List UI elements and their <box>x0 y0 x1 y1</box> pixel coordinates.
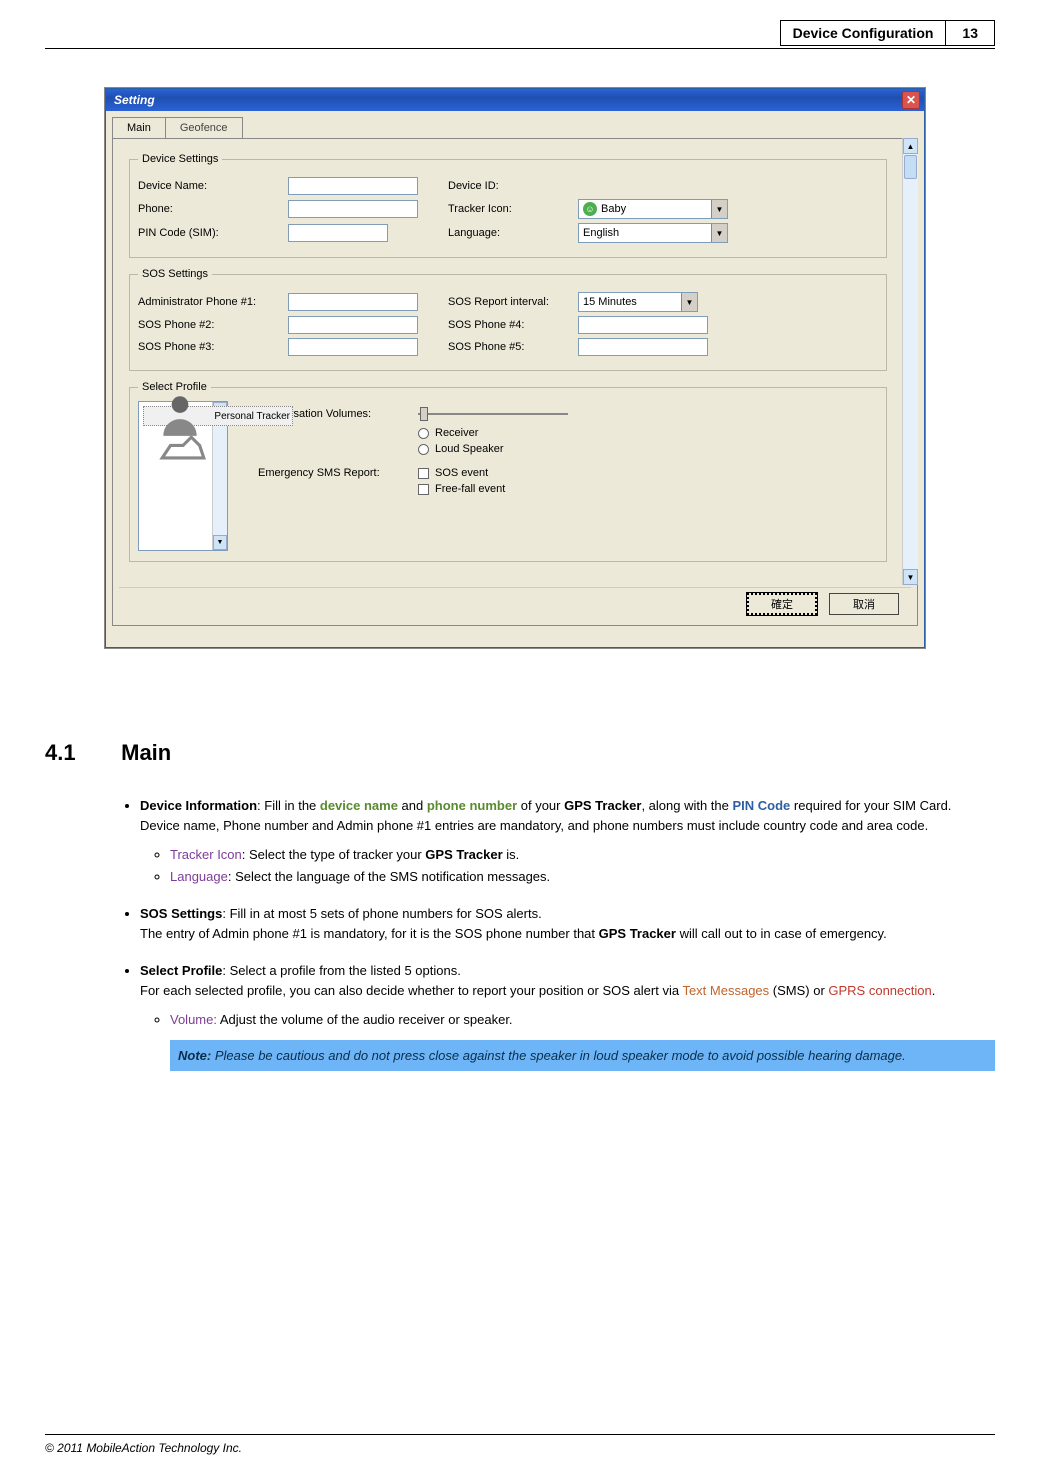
settings-dialog: Setting ✕ Main Geofence ▲ ▼ Device Setti… <box>105 88 925 648</box>
legend-sos: SOS Settings <box>138 268 212 280</box>
tracker-icon-term: Tracker Icon <box>170 847 242 862</box>
dialog-title: Setting <box>114 93 155 107</box>
tab-panel-main: ▲ ▼ Device Settings Device Name: Device … <box>112 138 918 626</box>
header-divider <box>45 48 995 49</box>
checkbox-sos-event[interactable] <box>418 468 429 479</box>
sub-list: Volume: Adjust the volume of the audio r… <box>170 1010 995 1071</box>
pin-code-term: PIN Code <box>733 798 791 813</box>
label-freefall-event: Free-fall event <box>435 483 505 495</box>
input-sos5[interactable] <box>578 338 708 356</box>
label-receiver: Receiver <box>435 427 478 439</box>
ok-button[interactable]: 確定 <box>747 593 817 615</box>
label-device-id: Device ID: <box>448 180 578 192</box>
heading-number: 4.1 <box>45 740 115 766</box>
chevron-down-icon[interactable]: ▼ <box>711 200 727 218</box>
radio-receiver[interactable] <box>418 428 429 439</box>
chevron-down-icon[interactable]: ▼ <box>711 224 727 242</box>
label-phone: Phone: <box>138 203 288 215</box>
label-device-name: Device Name: <box>138 180 288 192</box>
chevron-down-icon[interactable]: ▼ <box>681 293 697 311</box>
dialog-button-bar: 確定 取消 <box>119 587 911 619</box>
label-sos5: SOS Phone #5: <box>448 341 578 353</box>
label-sos3: SOS Phone #3: <box>138 341 288 353</box>
list-item: Device Information: Fill in the device n… <box>140 796 995 886</box>
select-tracker-icon[interactable]: ☺ Baby ▼ <box>578 199 728 219</box>
heading-text: Main <box>121 740 171 765</box>
page-footer: © 2011 MobileAction Technology Inc. <box>45 1434 995 1455</box>
input-device-name[interactable] <box>288 177 418 195</box>
page-number: 13 <box>946 21 994 45</box>
input-sos4[interactable] <box>578 316 708 334</box>
note-box: Note: Please be cautious and do not pres… <box>170 1040 995 1072</box>
legend-device: Device Settings <box>138 153 222 165</box>
language-term: Language <box>170 869 228 884</box>
dialog-titlebar[interactable]: Setting ✕ <box>106 89 924 111</box>
select-language-value: English <box>583 227 619 239</box>
list-item: Select Profile: Select a profile from th… <box>140 961 995 1071</box>
person-icon <box>155 390 205 440</box>
note-label: Note: <box>178 1048 211 1063</box>
baby-face-icon: ☺ <box>583 202 597 216</box>
list-item: SOS Settings: Fill in at most 5 sets of … <box>140 904 995 943</box>
volume-term: Volume: <box>170 1012 217 1027</box>
scroll-thumb[interactable] <box>904 155 917 179</box>
checkbox-freefall-event[interactable] <box>418 484 429 495</box>
tab-geofence[interactable]: Geofence <box>165 117 243 138</box>
radio-loud-speaker[interactable] <box>418 444 429 455</box>
scroll-down-icon[interactable]: ▼ <box>213 535 227 550</box>
label-loud-speaker: Loud Speaker <box>435 443 504 455</box>
list-item: Volume: Adjust the volume of the audio r… <box>170 1010 995 1071</box>
volume-slider[interactable] <box>418 405 568 423</box>
label-sos2: SOS Phone #2: <box>138 319 288 331</box>
profile-item-personal-tracker[interactable]: Personal Tracker <box>143 406 293 426</box>
note-text: Please be cautious and do not press clos… <box>211 1048 906 1063</box>
tab-strip: Main Geofence <box>112 117 918 138</box>
tab-main[interactable]: Main <box>112 117 166 138</box>
sub-list: Tracker Icon: Select the type of tracker… <box>170 845 995 886</box>
close-icon[interactable]: ✕ <box>902 91 920 109</box>
input-pin[interactable] <box>288 224 388 242</box>
sos-settings-label: SOS Settings <box>140 906 222 921</box>
bullet-list: Device Information: Fill in the device n… <box>140 796 995 1071</box>
input-sos2[interactable] <box>288 316 418 334</box>
select-sos-interval[interactable]: 15 Minutes ▼ <box>578 292 698 312</box>
list-item: Language: Select the language of the SMS… <box>170 867 995 887</box>
label-emergency-sms: Emergency SMS Report: <box>258 467 418 479</box>
input-sos3[interactable] <box>288 338 418 356</box>
cancel-button[interactable]: 取消 <box>829 593 899 615</box>
label-admin-phone: Administrator Phone #1: <box>138 296 288 308</box>
label-pin: PIN Code (SIM): <box>138 227 288 239</box>
scroll-down-icon[interactable]: ▼ <box>903 569 918 585</box>
fieldset-select-profile: Select Profile ▲ ▼ Personal Tracker <box>129 381 887 562</box>
section-main: 4.1 Main Device Information: Fill in the… <box>45 740 995 1089</box>
label-sos4: SOS Phone #4: <box>448 319 578 331</box>
input-phone[interactable] <box>288 200 418 218</box>
select-tracker-value: Baby <box>601 203 626 215</box>
select-profile-label: Select Profile <box>140 963 222 978</box>
list-item: Tracker Icon: Select the type of tracker… <box>170 845 995 865</box>
label-sos-interval: SOS Report interval: <box>448 296 578 308</box>
page-header: Device Configuration 13 <box>780 20 995 46</box>
device-info-label: Device Information <box>140 798 257 813</box>
select-interval-value: 15 Minutes <box>583 296 637 308</box>
profile-listbox[interactable]: ▲ ▼ Personal Tracker <box>138 401 228 551</box>
panel-scrollbar[interactable]: ▲ ▼ <box>902 138 918 585</box>
text-messages-term: Text Messages <box>682 983 769 998</box>
device-name-term: device name <box>320 798 398 813</box>
section-heading: 4.1 Main <box>45 740 995 766</box>
label-tracker-icon: Tracker Icon: <box>448 203 578 215</box>
input-admin-phone[interactable] <box>288 293 418 311</box>
gprs-connection-term: GPRS connection <box>828 983 931 998</box>
phone-number-term: phone number <box>427 798 517 813</box>
profile-item-label: Personal Tracker <box>214 411 290 422</box>
select-language[interactable]: English ▼ <box>578 223 728 243</box>
header-title: Device Configuration <box>781 21 947 45</box>
fieldset-device-settings: Device Settings Device Name: Device ID: … <box>129 153 887 258</box>
label-sos-event: SOS event <box>435 467 488 479</box>
label-language: Language: <box>448 227 578 239</box>
fieldset-sos-settings: SOS Settings Administrator Phone #1: SOS… <box>129 268 887 371</box>
scroll-up-icon[interactable]: ▲ <box>903 138 918 154</box>
